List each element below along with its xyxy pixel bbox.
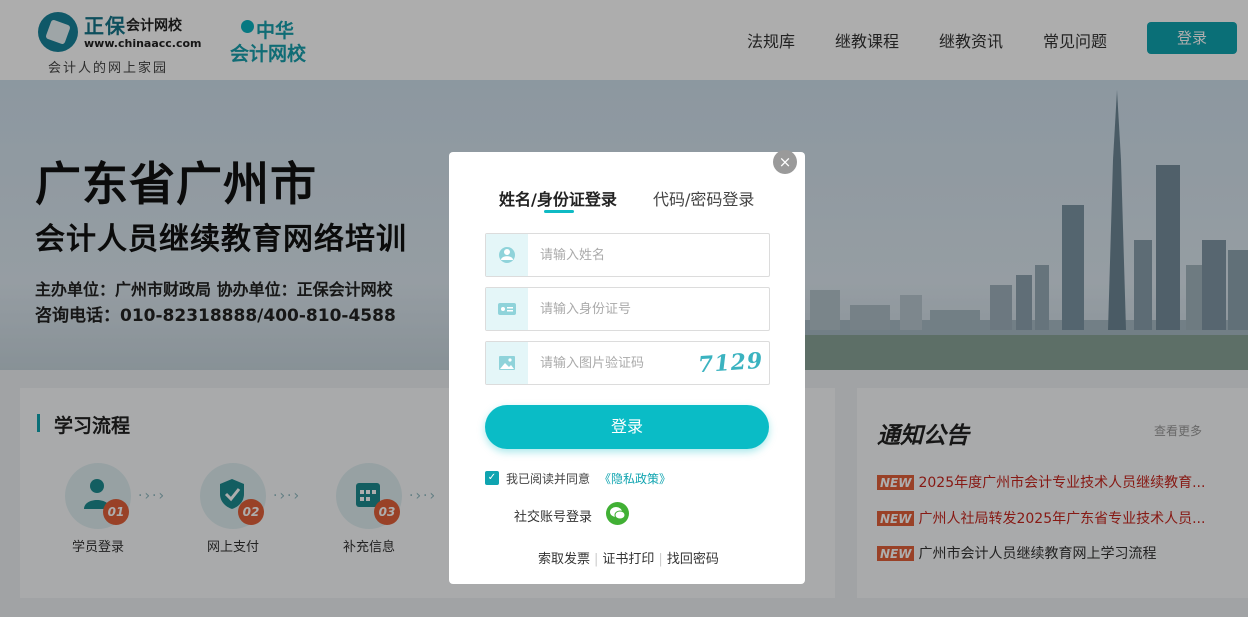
active-tab-indicator [544, 210, 574, 213]
id-card-icon [486, 288, 528, 330]
privacy-policy-link[interactable]: 《隐私政策》 [599, 470, 671, 487]
tab-name-id-login[interactable]: 姓名/身份证登录 [499, 186, 617, 210]
captcha-field: 7129 [485, 341, 770, 385]
modal-footer-links: 索取发票 | 证书打印 | 找回密码 [538, 552, 719, 567]
certificate-print-link[interactable]: 证书打印 [602, 552, 654, 567]
wechat-icon[interactable] [606, 502, 629, 525]
id-card-field [485, 287, 770, 331]
captcha-image[interactable]: 7129 [697, 348, 764, 378]
login-button[interactable]: 登录 [485, 405, 769, 449]
login-modal: × 姓名/身份证登录 代码/密码登录 7129 登录 ✓ 我已阅读并同意 《隐私… [449, 150, 805, 584]
close-icon[interactable]: × [773, 150, 797, 174]
tab-code-password-login[interactable]: 代码/密码登录 [653, 186, 754, 210]
user-icon [486, 234, 528, 276]
agree-checkbox[interactable]: ✓ [485, 471, 499, 485]
invoice-link[interactable]: 索取发票 [538, 552, 590, 567]
captcha-input[interactable] [540, 342, 690, 384]
social-login-label: 社交账号登录 [514, 510, 593, 525]
image-icon [486, 342, 528, 384]
recover-password-link[interactable]: 找回密码 [667, 552, 719, 567]
name-input[interactable] [540, 234, 690, 276]
id-number-input[interactable] [540, 288, 690, 330]
agree-label: 我已阅读并同意 [506, 472, 591, 486]
name-field [485, 233, 770, 277]
